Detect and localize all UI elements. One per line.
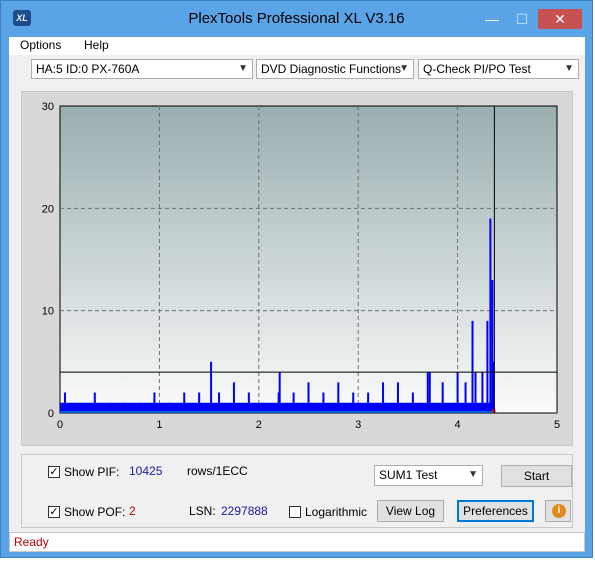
pif-bar: [489, 218, 492, 413]
show-pof-label: Show POF:: [64, 505, 126, 519]
x-tick-label: 0: [57, 419, 63, 431]
checkmark-icon: ✓: [49, 466, 59, 478]
checkmark-icon: ✓: [49, 506, 59, 518]
x-tick-label: 1: [156, 419, 162, 431]
pif-bar: [426, 372, 429, 413]
pif-bar: [138, 402, 141, 413]
y-tick-label: 0: [48, 408, 54, 420]
function-select-value: DVD Diagnostic Functions: [261, 62, 402, 76]
client-area: Options Help HA:5 ID:0 PX-760A ▼ DVD Dia…: [9, 37, 585, 552]
status-text: Ready: [14, 535, 49, 549]
pif-bar: [471, 320, 474, 413]
pif-bar: [367, 392, 370, 413]
pof-value: 2: [129, 504, 136, 518]
pif-bar: [486, 320, 489, 413]
function-select[interactable]: DVD Diagnostic Functions ▼: [256, 59, 414, 79]
view-log-button[interactable]: View Log: [377, 500, 444, 522]
test-select-value: Q-Check PI/PO Test: [423, 62, 531, 76]
pif-bar: [183, 392, 186, 413]
show-pif-label: Show PIF:: [64, 465, 120, 479]
y-tick-label: 20: [42, 203, 54, 215]
menu-options[interactable]: Options: [20, 38, 61, 52]
show-pof-checkbox[interactable]: ✓: [48, 506, 60, 518]
y-tick-label: 10: [42, 306, 54, 318]
logarithmic-checkbox[interactable]: [289, 506, 301, 518]
chevron-down-icon: ▼: [468, 469, 478, 480]
pif-bar: [481, 372, 484, 413]
pif-bar: [411, 392, 414, 413]
pif-bar: [153, 392, 156, 413]
start-button[interactable]: Start: [501, 465, 572, 487]
y-tick-label: 30: [42, 101, 54, 113]
pif-bar: [108, 402, 111, 413]
test-select[interactable]: Q-Check PI/PO Test ▼: [418, 59, 579, 79]
sum-test-select-value: SUM1 Test: [379, 468, 438, 482]
sum-test-select[interactable]: SUM1 Test ▼: [374, 465, 483, 486]
pif-bar: [278, 372, 281, 413]
pif-bar: [456, 372, 459, 413]
pif-bar: [232, 382, 235, 413]
pif-bar: [292, 392, 295, 413]
show-pif-checkbox[interactable]: ✓: [48, 466, 60, 478]
pif-bar: [307, 382, 310, 413]
pif-bar: [210, 361, 213, 413]
chart-panel: 0 1 2 3 4 5 0 10 20 30: [21, 91, 573, 446]
pif-bar: [337, 382, 340, 413]
pif-bar: [428, 372, 431, 413]
x-tick-label: 5: [554, 419, 560, 431]
lsn-label: LSN:: [189, 504, 216, 518]
pif-value: 10425: [129, 464, 163, 478]
close-button[interactable]: ✕: [538, 9, 582, 29]
x-tick-label: 3: [355, 419, 361, 431]
pif-bar: [78, 402, 81, 413]
pif-bar: [396, 382, 399, 413]
chevron-down-icon: ▼: [564, 63, 574, 74]
pif-bar: [93, 392, 96, 413]
status-bar: Ready: [9, 532, 585, 552]
pif-bar: [123, 402, 126, 413]
drive-select[interactable]: HA:5 ID:0 PX-760A ▼: [31, 59, 253, 79]
pif-bar: [262, 402, 265, 413]
app-window: XL PlexTools Professional XL V3.16 — ☐ ✕…: [0, 0, 593, 558]
pif-bar: [322, 392, 325, 413]
maximize-button[interactable]: ☐: [507, 9, 537, 29]
controls-panel: ✓ Show PIF: 10425 rows/1ECC ✓ Show POF: …: [21, 454, 573, 528]
pi-po-chart: 0 1 2 3 4 5 0 10 20 30: [42, 101, 560, 431]
pif-bar: [198, 392, 201, 413]
pif-bar: [168, 402, 171, 413]
menu-help[interactable]: Help: [84, 38, 109, 52]
pif-bar: [441, 382, 444, 413]
minimize-button[interactable]: —: [477, 9, 507, 29]
pif-unit: rows/1ECC: [187, 464, 248, 478]
x-tick-label: 4: [455, 419, 461, 431]
pif-bar: [464, 382, 467, 413]
pif-bar: [218, 392, 221, 413]
logarithmic-label: Logarithmic: [305, 505, 368, 519]
toolbar: HA:5 ID:0 PX-760A ▼ DVD Diagnostic Funct…: [9, 55, 585, 85]
info-icon: i: [552, 504, 566, 518]
info-button[interactable]: i: [545, 500, 571, 522]
x-tick-label: 2: [256, 419, 262, 431]
plot-area: [59, 105, 558, 414]
pif-bar: [382, 382, 385, 413]
pif-bar: [474, 372, 477, 413]
pif-bar: [63, 392, 66, 413]
pif-bar: [352, 392, 355, 413]
title-bar[interactable]: XL PlexTools Professional XL V3.16 — ☐ ✕: [1, 1, 592, 37]
drive-select-value: HA:5 ID:0 PX-760A: [36, 62, 140, 76]
menu-bar: Options Help: [9, 37, 585, 55]
preferences-button[interactable]: Preferences: [457, 500, 534, 522]
lsn-value: 2297888: [221, 504, 268, 518]
chevron-down-icon: ▼: [238, 63, 248, 74]
chevron-down-icon: ▼: [399, 63, 409, 74]
pif-bar: [247, 392, 250, 413]
